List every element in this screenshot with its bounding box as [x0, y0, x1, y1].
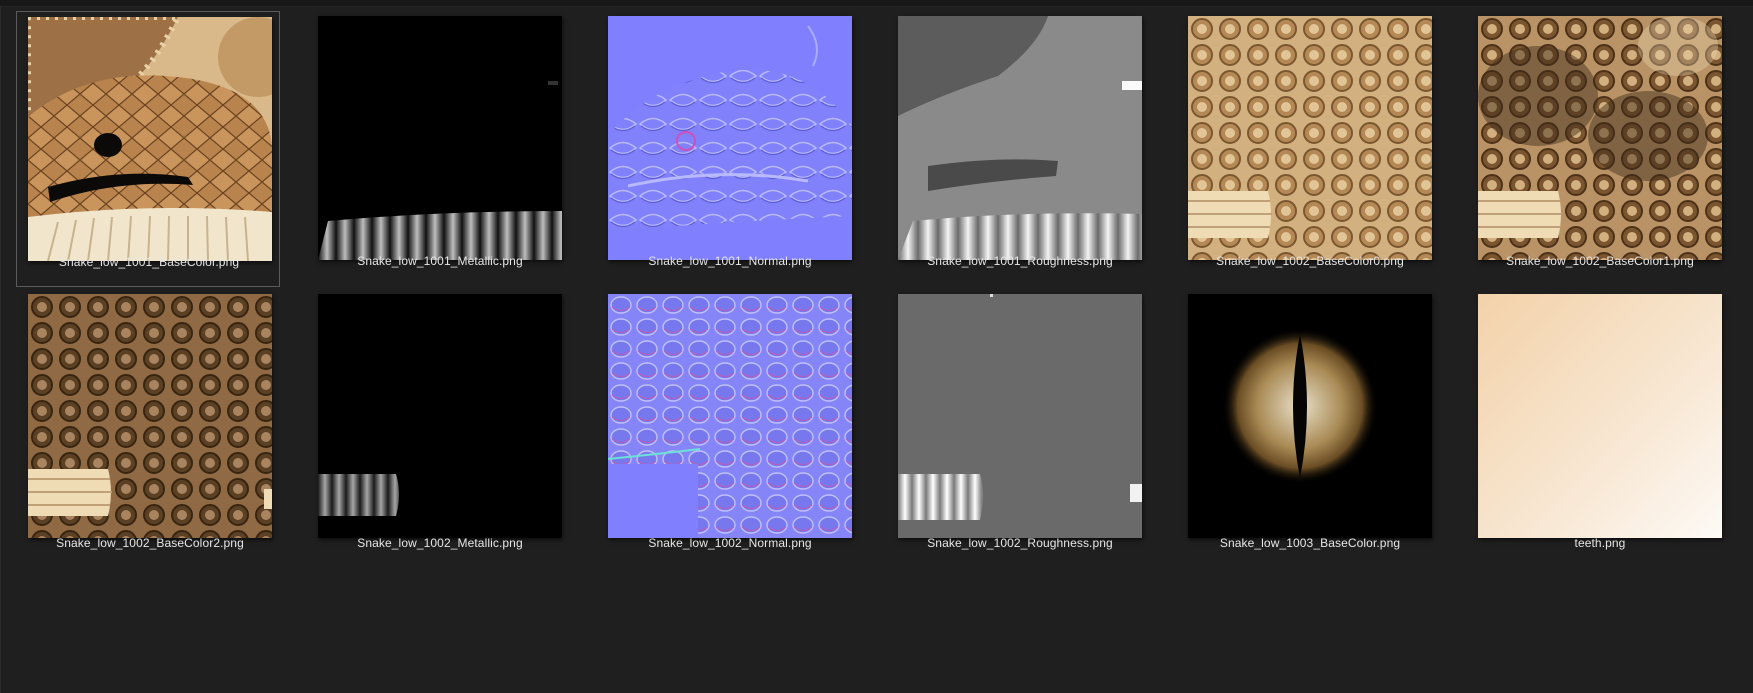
file-item[interactable]: Snake_low_1001_Normal.png [592, 11, 856, 287]
image-thumbnail-metallic-icon [318, 16, 562, 260]
file-item[interactable]: Snake_low_1002_BaseColor0.png [1172, 11, 1436, 287]
toolbar-strip [0, 0, 1753, 7]
file-name-label: Snake_low_1002_BaseColor2.png [56, 536, 244, 550]
file-item[interactable]: Snake_low_1001_BaseColor.png [16, 11, 280, 287]
pane-divider [0, 6, 1, 693]
image-thumbnail-metallic-icon [318, 294, 562, 538]
file-item[interactable]: teeth.png [1462, 288, 1726, 564]
image-thumbnail-teeth-icon [1478, 294, 1722, 538]
file-item[interactable]: Snake_low_1003_BaseColor.png [1172, 288, 1436, 564]
file-item[interactable]: Snake_low_1002_Roughness.png [882, 288, 1146, 564]
file-name-label: teeth.png [1574, 536, 1626, 550]
file-name-label: Snake_low_1001_Roughness.png [927, 254, 1113, 268]
file-item[interactable]: Snake_low_1002_BaseColor2.png [12, 288, 276, 564]
file-item[interactable]: Snake_low_1001_Roughness.png [882, 11, 1146, 287]
image-thumbnail-basecolor-icon [28, 17, 272, 261]
image-thumbnail-normal-icon [608, 294, 852, 538]
image-thumbnail-normal-icon [608, 16, 852, 260]
image-thumbnail-basecolor-icon [1188, 16, 1432, 260]
file-name-label: Snake_low_1002_Roughness.png [927, 536, 1113, 550]
file-name-label: Snake_low_1002_BaseColor0.png [1216, 254, 1404, 268]
image-thumbnail-basecolor-icon [1478, 16, 1722, 260]
file-name-label: Snake_low_1002_Metallic.png [357, 536, 523, 550]
file-name-label: Snake_low_1002_BaseColor1.png [1506, 254, 1694, 268]
file-name-label: Snake_low_1001_BaseColor.png [58, 255, 240, 269]
image-thumbnail-eye-icon [1188, 294, 1432, 538]
file-item[interactable]: Snake_low_1001_Metallic.png [302, 11, 566, 287]
file-name-label: Snake_low_1003_BaseColor.png [1219, 536, 1401, 550]
file-name-label: Snake_low_1001_Normal.png [648, 254, 812, 268]
file-item[interactable]: Snake_low_1002_Normal.png [592, 288, 856, 564]
image-thumbnail-roughness-icon [898, 16, 1142, 260]
file-item[interactable]: Snake_low_1002_BaseColor1.png [1462, 11, 1726, 287]
image-thumbnail-roughness-icon [898, 294, 1142, 538]
file-name-label: Snake_low_1001_Metallic.png [357, 254, 523, 268]
image-thumbnail-basecolor-icon [28, 294, 272, 538]
file-item[interactable]: Snake_low_1002_Metallic.png [302, 288, 566, 564]
file-name-label: Snake_low_1002_Normal.png [648, 536, 812, 550]
